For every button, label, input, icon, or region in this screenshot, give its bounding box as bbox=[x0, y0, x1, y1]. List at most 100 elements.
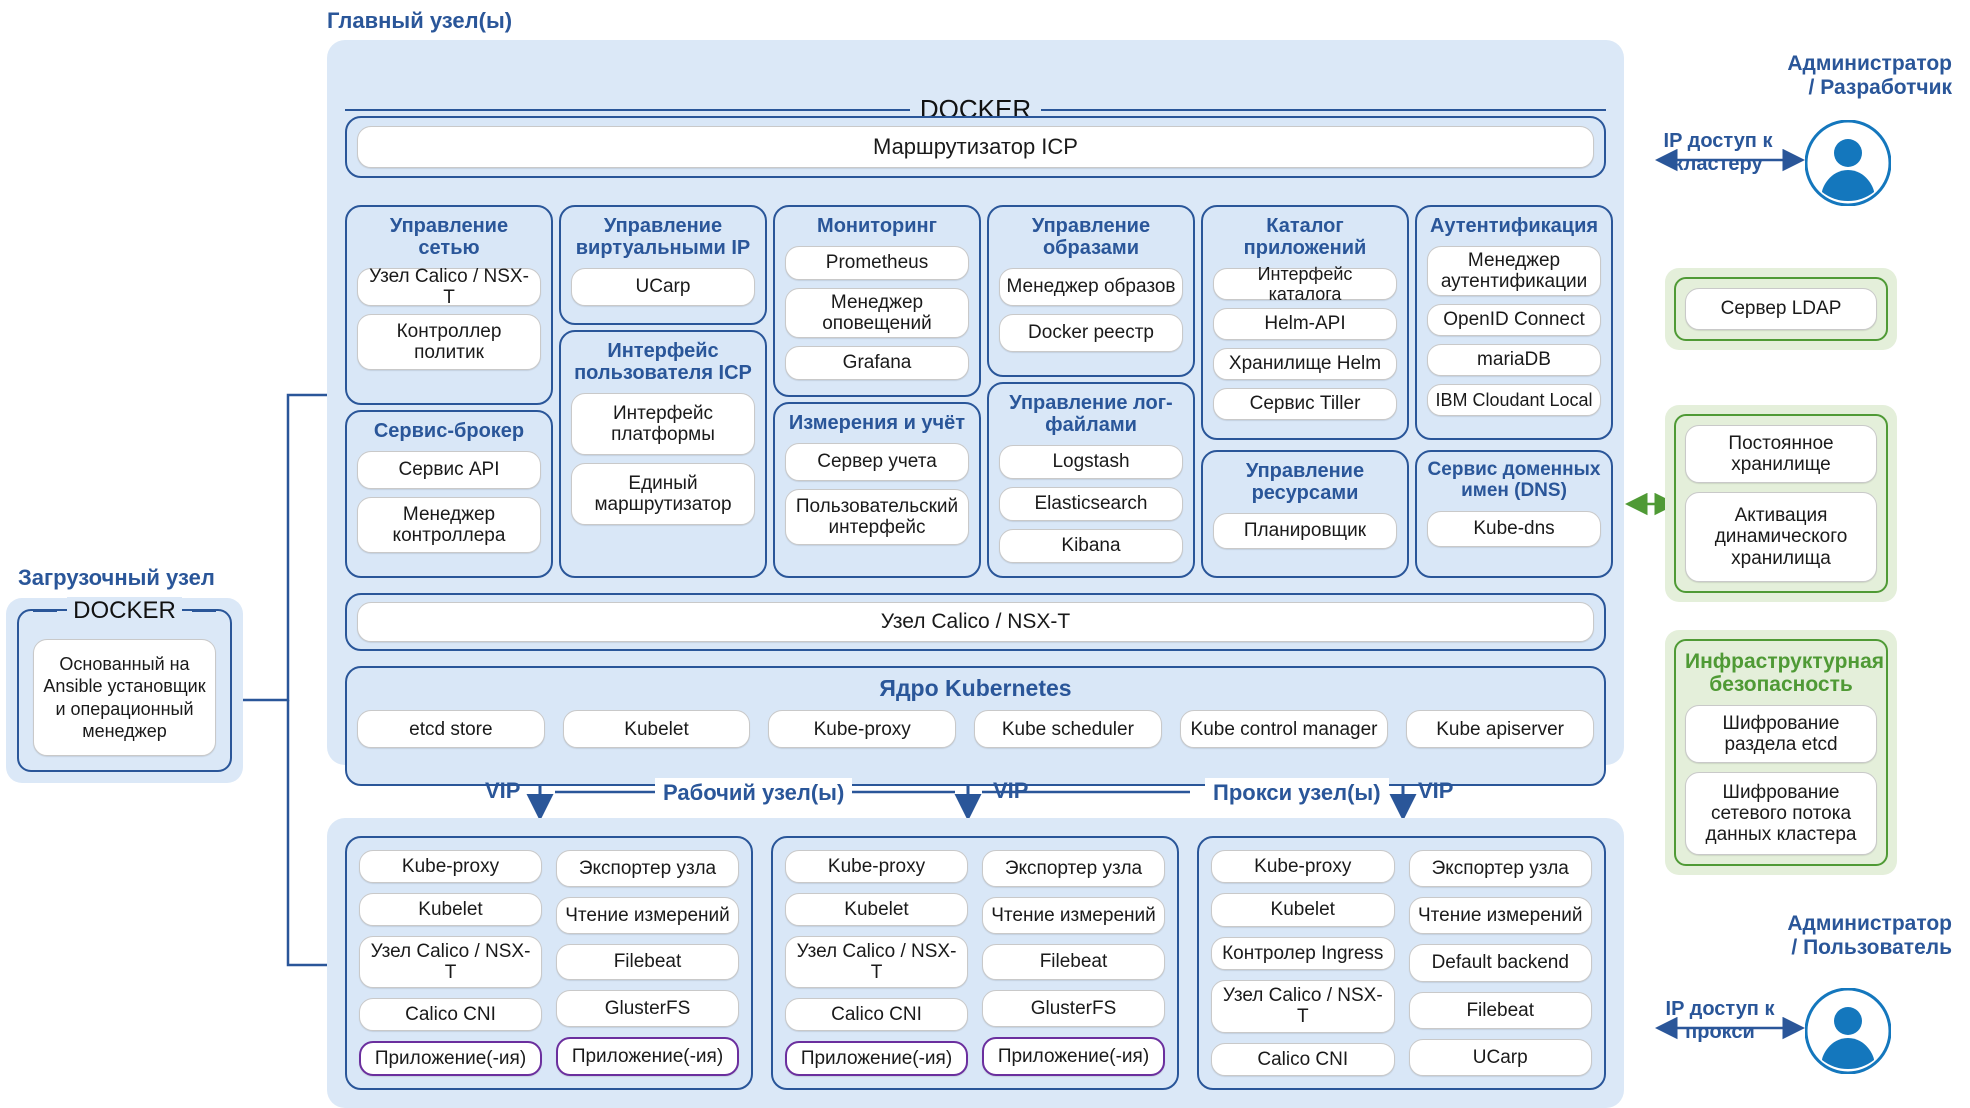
proxy-service-pill[interactable]: Calico CNI bbox=[1211, 1042, 1395, 1077]
service-pill[interactable]: Менеджер образов bbox=[999, 268, 1183, 306]
service-pill[interactable]: Пользовательский интерфейс bbox=[785, 489, 969, 545]
group-title: Мониторинг bbox=[817, 215, 937, 237]
worker-application-pill[interactable]: Приложение(-ия) bbox=[359, 1041, 542, 1077]
proxy-service-pill[interactable]: Kube-proxy bbox=[1211, 850, 1395, 884]
proxy-service-pill[interactable]: Filebeat bbox=[1408, 991, 1592, 1029]
calico-bar-pill[interactable]: Узел Calico / NSX-T bbox=[357, 602, 1594, 642]
worker-application-pill[interactable]: Приложение(-ия) bbox=[556, 1037, 739, 1076]
service-pill[interactable]: Менеджер аутентификации bbox=[1427, 246, 1601, 296]
proxy-service-pill[interactable]: Узел Calico / NSX-T bbox=[1211, 980, 1395, 1033]
service-pill[interactable]: mariaDB bbox=[1427, 344, 1601, 376]
service-pill[interactable]: Docker реестр bbox=[999, 314, 1183, 352]
worker-service-pill[interactable]: Чтение измерений bbox=[556, 896, 739, 934]
docker-legend-boot: DOCKER bbox=[33, 597, 216, 625]
worker-service-pill[interactable]: Узел Calico / NSX-T bbox=[785, 935, 968, 989]
group-dns-service: Сервис доменных имен (DNS) Kube-dns bbox=[1415, 450, 1613, 578]
kube-core-pill[interactable]: Kube-proxy bbox=[768, 710, 957, 749]
service-pill[interactable]: Планировщик bbox=[1213, 513, 1397, 549]
group-title: Управление виртуальными IP bbox=[575, 215, 751, 259]
ip-proxy-access-text: IP доступ к прокси bbox=[1665, 998, 1775, 1043]
kube-core-pill[interactable]: etcd store bbox=[357, 710, 545, 749]
service-pill[interactable]: Grafana bbox=[785, 346, 969, 380]
service-pill[interactable]: Менеджер контроллера bbox=[357, 497, 541, 553]
legend-rule-right bbox=[191, 610, 216, 612]
boot-docker-box: DOCKER Основанный на Ansible установщик … bbox=[17, 597, 232, 772]
worker-service-pill[interactable]: Kubelet bbox=[359, 892, 542, 926]
service-pill[interactable]: Интерфейс каталога bbox=[1213, 264, 1397, 304]
group-title: Сервис доменных имен (DNS) bbox=[1427, 459, 1601, 501]
service-pill[interactable]: UCarp bbox=[571, 268, 755, 306]
group-log-management: Управление лог-файлами Logstash Elastics… bbox=[987, 382, 1195, 578]
legend-rule-right bbox=[1041, 108, 1606, 111]
service-pill[interactable]: Единый маршрутизатор bbox=[571, 463, 755, 525]
worker-nodes-caption: Рабочий узел(ы) bbox=[655, 778, 853, 808]
service-pill[interactable]: Prometheus bbox=[785, 246, 969, 280]
worker-service-pill[interactable]: Экспортер узла bbox=[982, 850, 1165, 887]
service-pill[interactable]: IBM Cloudant Local bbox=[1427, 384, 1601, 416]
worker-service-pill[interactable]: Узел Calico / NSX-T bbox=[359, 935, 542, 989]
ldap-server-pill[interactable]: Сервер LDAP bbox=[1685, 288, 1877, 330]
worker-proxy-panel: Kube-proxy Kubelet Узел Calico / NSX-T C… bbox=[327, 818, 1624, 1108]
proxy-service-pill[interactable]: UCarp bbox=[1408, 1038, 1592, 1077]
storage-pill[interactable]: Активация динамического хранилища bbox=[1685, 492, 1877, 582]
master-nodes-panel: DOCKER Маршрутизатор ICP Управление сеть… bbox=[327, 40, 1624, 786]
calico-bar-group: Узел Calico / NSX-T bbox=[345, 593, 1606, 651]
worker-node-card: Kube-proxy Kubelet Узел Calico / NSX-T C… bbox=[771, 836, 1179, 1090]
worker-node-card: Kube-proxy Kubelet Узел Calico / NSX-T C… bbox=[345, 836, 753, 1090]
worker-application-pill[interactable]: Приложение(-ия) bbox=[982, 1037, 1165, 1076]
icp-router-group: Маршрутизатор ICP bbox=[345, 116, 1606, 178]
worker-service-pill[interactable]: Kube-proxy bbox=[359, 850, 542, 883]
proxy-node-card: Kube-proxy Kubelet Контролер Ingress Узе… bbox=[1197, 836, 1606, 1090]
group-network-management: Управление сетью Узел Calico / NSX-T Кон… bbox=[345, 205, 553, 405]
proxy-service-pill[interactable]: Экспортер узла bbox=[1408, 850, 1592, 888]
service-pill[interactable]: Менеджер оповещений bbox=[785, 288, 969, 338]
worker-application-pill[interactable]: Приложение(-ия) bbox=[785, 1041, 968, 1077]
legend-rule-left bbox=[33, 610, 58, 612]
kube-core-pill[interactable]: Kube control manager bbox=[1179, 710, 1389, 749]
kube-core-pill[interactable]: Kubelet bbox=[562, 710, 751, 749]
infrastructure-security-title: Инфраструктурная безопасность bbox=[1685, 650, 1885, 697]
admin-user-label-text: Администратор / Пользователь bbox=[1787, 912, 1952, 960]
worker-service-pill[interactable]: GlusterFS bbox=[982, 990, 1165, 1028]
admin-developer-avatar bbox=[1804, 119, 1892, 211]
group-title: Управление лог-файлами bbox=[1009, 392, 1173, 436]
worker-service-pill[interactable]: Kubelet bbox=[785, 892, 968, 926]
proxy-service-pill[interactable]: Default backend bbox=[1408, 944, 1592, 982]
storage-pill[interactable]: Постоянное хранилище bbox=[1685, 425, 1877, 483]
service-pill[interactable]: Сервис Tiller bbox=[1213, 388, 1397, 420]
worker-service-pill[interactable]: Filebeat bbox=[556, 943, 739, 981]
service-pill[interactable]: Logstash bbox=[999, 445, 1183, 479]
service-pill[interactable]: Сервер учета bbox=[785, 443, 969, 481]
kube-core-pill[interactable]: Kube apiserver bbox=[1406, 710, 1594, 749]
group-title: Управление сетью bbox=[389, 215, 509, 259]
boot-installer-pill[interactable]: Основанный на Ansible установщик и опера… bbox=[33, 639, 216, 756]
worker-service-pill[interactable]: GlusterFS bbox=[556, 990, 739, 1028]
storage-card-inner: Постоянное хранилище Активация динамичес… bbox=[1674, 414, 1888, 593]
worker-service-pill[interactable]: Экспортер узла bbox=[556, 850, 739, 887]
service-pill[interactable]: OpenID Connect bbox=[1427, 304, 1601, 336]
service-pill[interactable]: Kibana bbox=[999, 529, 1183, 563]
service-pill[interactable]: Helm-API bbox=[1213, 308, 1397, 340]
group-authentication: Аутентификация Менеджер аутентификации O… bbox=[1415, 205, 1613, 440]
group-virtual-ip-management: Управление виртуальными IP UCarp bbox=[559, 205, 767, 325]
worker-service-pill[interactable]: Calico CNI bbox=[359, 998, 542, 1032]
worker-service-pill[interactable]: Чтение измерений bbox=[982, 896, 1165, 934]
vip-label-left: VIP bbox=[485, 778, 521, 803]
service-pill[interactable]: Elasticsearch bbox=[999, 487, 1183, 521]
proxy-service-pill[interactable]: Kubelet bbox=[1211, 893, 1395, 927]
service-pill[interactable]: Хранилище Helm bbox=[1213, 348, 1397, 380]
service-pill[interactable]: Интерфейс платформы bbox=[571, 393, 755, 455]
security-pill[interactable]: Шифрование раздела etcd bbox=[1685, 705, 1877, 764]
proxy-service-pill[interactable]: Чтение измерений bbox=[1408, 897, 1592, 935]
security-pill[interactable]: Шифрование сетевого потока данных класте… bbox=[1685, 772, 1877, 855]
worker-service-pill[interactable]: Kube-proxy bbox=[785, 850, 968, 883]
service-pill[interactable]: Контроллер политик bbox=[357, 314, 541, 370]
kube-core-pill[interactable]: Kube scheduler bbox=[974, 710, 1162, 749]
icp-router-pill[interactable]: Маршрутизатор ICP bbox=[357, 126, 1594, 168]
service-pill[interactable]: Kube-dns bbox=[1427, 510, 1601, 547]
service-pill[interactable]: Сервис API bbox=[357, 451, 541, 489]
worker-service-pill[interactable]: Filebeat bbox=[982, 943, 1165, 981]
worker-service-pill[interactable]: Calico CNI bbox=[785, 998, 968, 1032]
proxy-service-pill[interactable]: Контролер Ingress bbox=[1211, 936, 1395, 971]
service-pill[interactable]: Узел Calico / NSX-T bbox=[357, 266, 541, 308]
